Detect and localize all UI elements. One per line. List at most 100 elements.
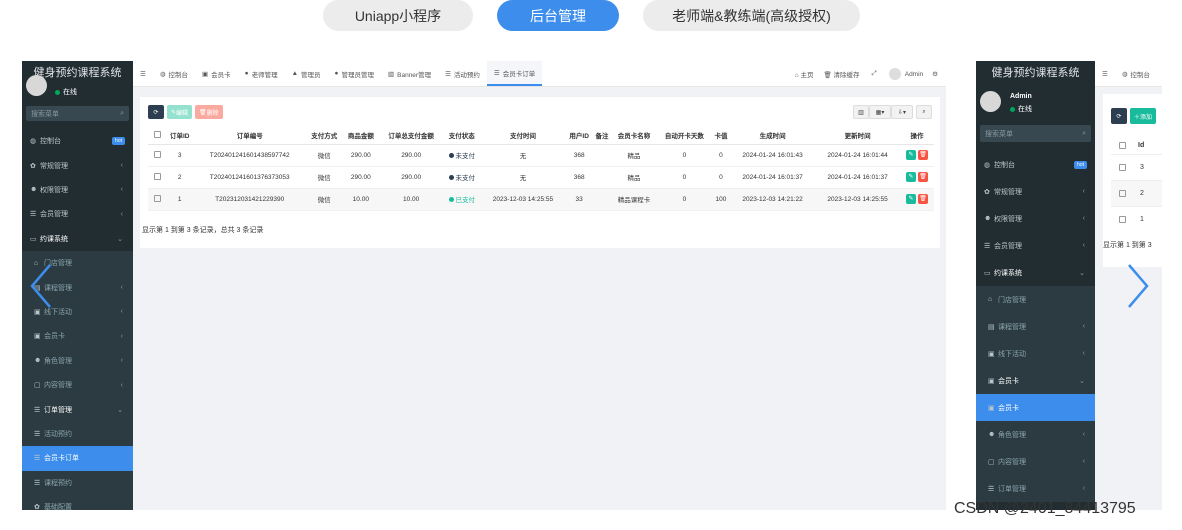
sidebar-item[interactable]: ▣ 会员卡 ‹	[22, 324, 133, 349]
delete-icon[interactable]: 🗑	[918, 194, 929, 204]
row-checkbox[interactable]	[1119, 164, 1126, 171]
nav-tab-label: 控制台	[1130, 71, 1151, 79]
sidebar-item[interactable]: ▭ 约课系统 ⌄	[22, 227, 133, 251]
nav-tab[interactable]: ◍ 控制台	[153, 61, 195, 86]
users-icon: ☻	[34, 357, 42, 365]
table-cell: 微信	[305, 188, 343, 211]
sidebar-item[interactable]: ▭ 约课系统 ⌄	[976, 259, 1095, 286]
sidebar-item[interactable]: ▣ 会员卡	[976, 394, 1095, 421]
export-icon[interactable]: ⇩▾	[891, 105, 913, 119]
edit-icon[interactable]: ✎	[906, 172, 917, 182]
checkbox[interactable]	[153, 150, 161, 158]
select-all-checkbox[interactable]	[148, 127, 166, 145]
nav-tab[interactable]: ◍ 控制台	[1115, 61, 1157, 86]
sidebar-item[interactable]: ☻ 权限管理 ‹	[976, 205, 1095, 232]
search-icon[interactable]: ⌕	[916, 105, 932, 119]
sidebar-item[interactable]: ✿ 常规管理 ‹	[976, 178, 1095, 205]
nav-tab[interactable]: ● 老师管理	[238, 61, 285, 86]
sidebar-item[interactable]: ☰ 会员管理 ‹	[22, 202, 133, 226]
sidebar-item-label: 常规管理	[994, 188, 1022, 196]
sidebar-item[interactable]: ▢ 内容管理 ‹	[22, 373, 133, 398]
nav-tab[interactable]: ▲ 管理员	[285, 61, 328, 86]
edit-icon[interactable]: ✎	[906, 150, 917, 160]
delete-icon[interactable]: 🗑	[918, 150, 929, 160]
menu-toggle-icon[interactable]: ☰	[1095, 61, 1115, 86]
sidebar-item-label: 常规管理	[40, 162, 68, 170]
chevron-icon: ‹	[120, 308, 123, 316]
sidebar-item[interactable]: ☻ 权限管理 ‹	[22, 178, 133, 202]
sidebar-item[interactable]: ▣ 会员卡 ⌄	[976, 367, 1095, 394]
tab-backend[interactable]: 后台管理	[497, 0, 619, 31]
search-input[interactable]: 搜索菜单	[31, 109, 59, 119]
chevron-icon: ⌄	[117, 406, 123, 414]
carousel-prev-icon[interactable]	[26, 261, 56, 311]
tab-teacher[interactable]: 老师端&教练端(高级授权)	[643, 0, 860, 31]
edit-button[interactable]: ✎ 编辑	[167, 105, 193, 119]
screenshot-root: Uniapp小程序 后台管理 老师端&教练端(高级授权) 健身预约课程系统 在线…	[0, 0, 1182, 530]
sidebar-item[interactable]: ☰ 会员卡订单	[22, 446, 133, 471]
sidebar-item[interactable]: ⌂ 门店管理	[976, 286, 1095, 313]
sidebar-item[interactable]: ✿ 常规管理 ‹	[22, 153, 133, 177]
sidebar-item[interactable]: ☻ 角色管理 ‹	[22, 348, 133, 373]
delete-button[interactable]: 🗑 删除	[195, 105, 223, 119]
nav-tab[interactable]: ☰ 活动预约	[438, 61, 487, 86]
toggle-view-icon[interactable]: ▥	[853, 105, 869, 119]
search-input[interactable]: 搜索菜单	[985, 129, 1013, 139]
sidebar-item-label: 订单管理	[44, 406, 72, 414]
columns-icon[interactable]: ▦▾	[869, 105, 891, 119]
table-cell: 1	[1140, 216, 1144, 223]
home-link[interactable]: ⌂ 主页	[790, 69, 819, 79]
table-row[interactable]: 2	[1111, 180, 1162, 206]
sidebar-search[interactable]: 搜索菜单 ⌕	[26, 106, 129, 121]
row-checkbox[interactable]	[1119, 190, 1126, 197]
settings-icon[interactable]: ⚙	[928, 70, 942, 78]
sidebar-item-label: 会员卡	[44, 333, 65, 341]
refresh-button[interactable]: ⟳	[1111, 108, 1127, 124]
add-button[interactable]: ＋ 添加	[1130, 108, 1157, 124]
admin-menu[interactable]: Admin	[884, 68, 928, 80]
card-icon: ▣	[988, 377, 995, 385]
carousel-next-icon[interactable]	[1123, 261, 1153, 311]
file-icon: ▢	[988, 458, 995, 466]
sidebar-item[interactable]: ☰ 订单管理 ‹	[976, 475, 1095, 502]
image-icon: ▧	[387, 70, 395, 78]
row-checkbox[interactable]	[148, 188, 166, 211]
delete-icon[interactable]: 🗑	[918, 172, 929, 182]
table-cell: 2023-12-03 14:21:22	[730, 188, 816, 211]
row-checkbox[interactable]	[148, 144, 166, 167]
sidebar-item[interactable]: ▢ 内容管理 ‹	[976, 448, 1095, 475]
clear-cache-button[interactable]: 🗑 清除缓存	[818, 69, 864, 79]
sidebar-item[interactable]: ✿ 基础配置	[22, 495, 133, 510]
table-row[interactable]: 3 T202401241601438597742 微信 290.00 290.00 未支付…	[148, 144, 934, 167]
edit-icon[interactable]: ✎	[906, 194, 917, 204]
row-checkbox[interactable]	[148, 166, 166, 189]
refresh-button[interactable]: ⟳	[148, 105, 164, 119]
select-all-checkbox[interactable]	[1119, 141, 1126, 149]
sidebar-item[interactable]: ☰ 活动预约	[22, 421, 133, 447]
sidebar-item[interactable]: ◍ 控制台 hot	[976, 151, 1095, 178]
tab-uniapp[interactable]: Uniapp小程序	[323, 0, 473, 31]
sidebar-item[interactable]: ☰ 课程预约	[22, 470, 133, 495]
dashboard-icon: ◍	[984, 161, 991, 169]
nav-tab[interactable]: ▣ 会员卡	[195, 61, 238, 86]
sidebar-item[interactable]: ◍ 控制台 hot	[22, 129, 133, 153]
fullscreen-icon[interactable]: ⤢	[865, 70, 884, 78]
sidebar-item[interactable]: ▤ 课程管理 ‹	[976, 313, 1095, 340]
menu-toggle-icon[interactable]: ☰	[133, 61, 153, 86]
table-row[interactable]: 2 T202401241601376373053 微信 290.00 290.00 未支付…	[148, 166, 934, 189]
nav-tab[interactable]: ● 管理员管理	[328, 61, 381, 86]
sidebar-search[interactable]: 搜索菜单 ⌕	[980, 125, 1091, 142]
table-row[interactable]: 1	[1111, 206, 1162, 232]
nav-tab[interactable]: ▧ Banner管理	[381, 61, 438, 86]
table-row[interactable]: 3	[1111, 154, 1162, 180]
sidebar-item-label: 基础配置	[44, 504, 72, 510]
sidebar-item[interactable]: ☻ 角色管理 ‹	[976, 421, 1095, 448]
sidebar-item[interactable]: ☰ 会员管理 ‹	[976, 232, 1095, 259]
table-row[interactable]: 1 T202312031421229390 微信 10.00 10.00 已支付 2023-…	[148, 188, 934, 211]
checkbox[interactable]	[153, 194, 161, 202]
checkbox[interactable]	[153, 172, 161, 180]
sidebar-item[interactable]: ☰ 订单管理 ⌄	[22, 397, 133, 422]
nav-tab[interactable]: ☰ 会员卡订单	[486, 61, 543, 86]
row-checkbox[interactable]	[1119, 216, 1126, 223]
sidebar-item[interactable]: ▣ 线下活动 ‹	[976, 340, 1095, 367]
